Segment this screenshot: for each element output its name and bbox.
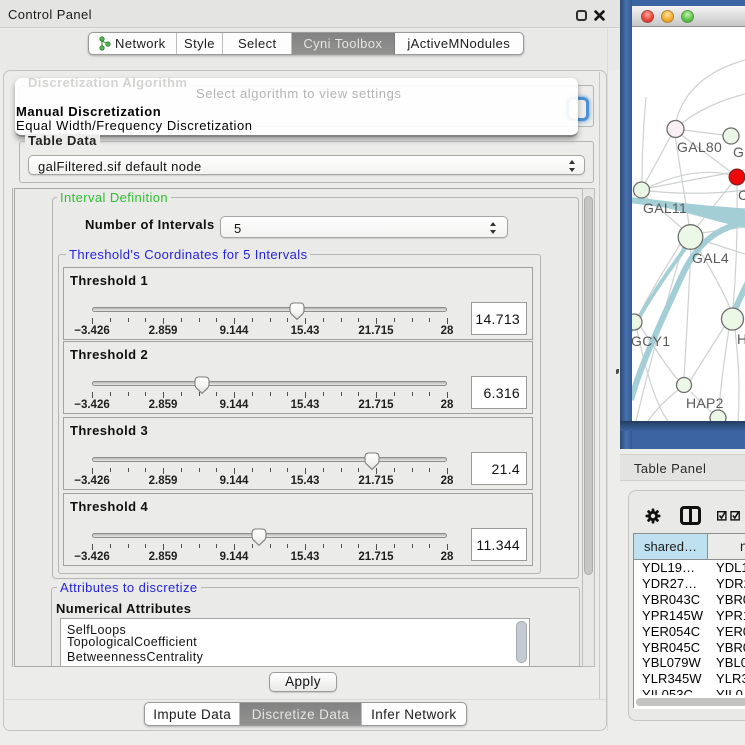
- svg-text:GAL4: GAL4: [692, 250, 729, 266]
- svg-text:C: C: [738, 187, 745, 203]
- svg-text:H: H: [737, 331, 745, 347]
- svg-text:GCY1: GCY1: [632, 333, 670, 349]
- svg-text:GAL80: GAL80: [677, 139, 722, 155]
- svg-text:G.: G.: [733, 144, 745, 160]
- svg-text:GAL11: GAL11: [643, 200, 687, 216]
- svg-text:HAP2: HAP2: [686, 395, 724, 411]
